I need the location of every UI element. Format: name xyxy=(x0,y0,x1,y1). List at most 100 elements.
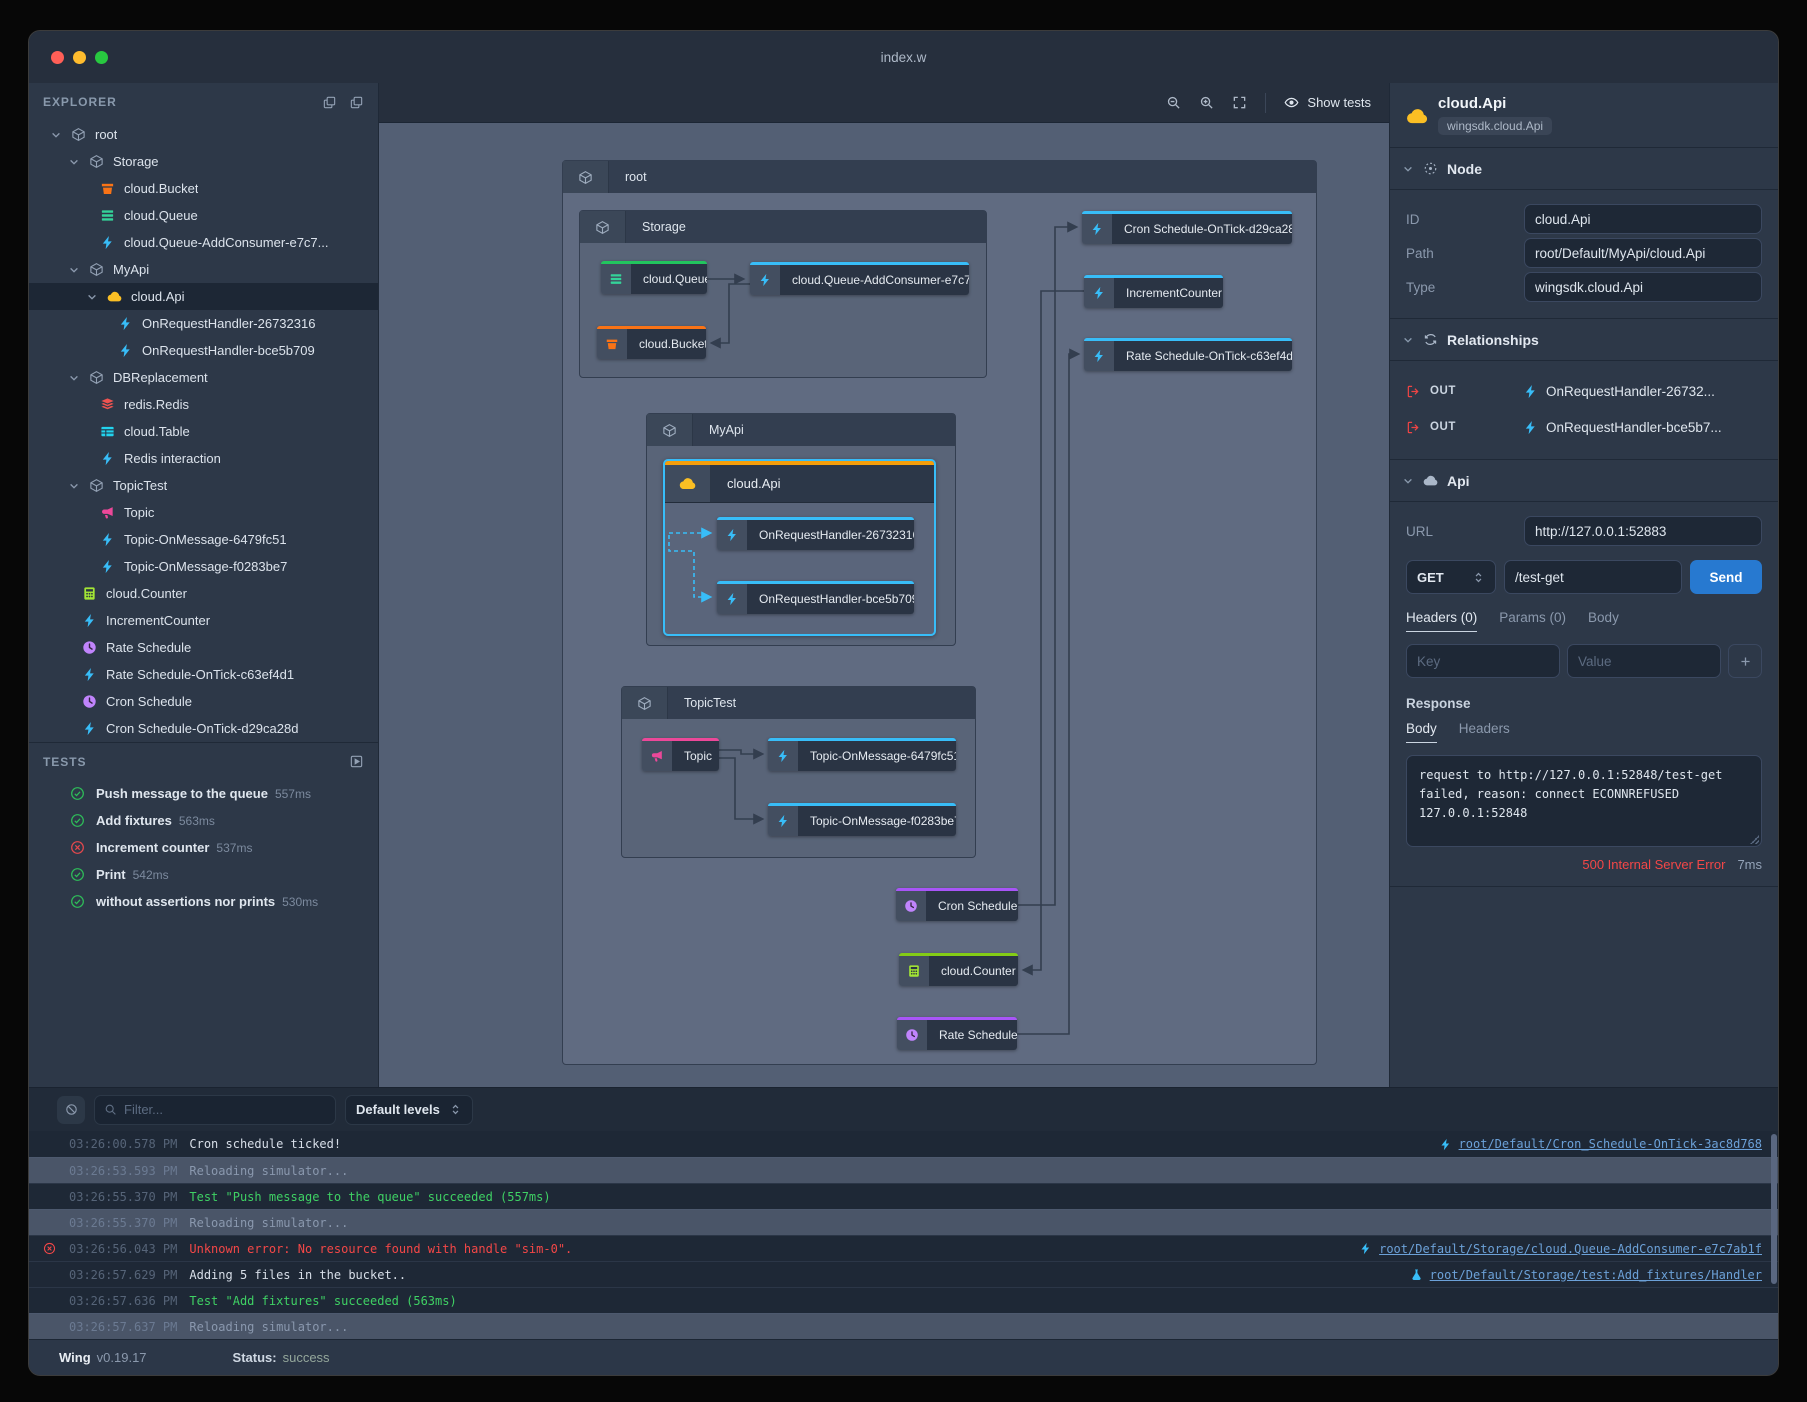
tree-item-topic-onmessage-f0283be7[interactable]: Topic-OnMessage-f0283be7 xyxy=(29,553,378,580)
tree-item-onrequesthandler-bce5b709[interactable]: OnRequestHandler-bce5b709 xyxy=(29,337,378,364)
tree-item-topictest[interactable]: TopicTest xyxy=(29,472,378,499)
log-message: Reloading simulator... xyxy=(189,1164,348,1178)
log-message: Test "Add fixtures" succeeded (563ms) xyxy=(189,1294,456,1308)
api-section-header[interactable]: Api xyxy=(1390,460,1778,502)
zoom-in-icon[interactable] xyxy=(1199,95,1214,110)
tree-item-dbreplacement[interactable]: DBReplacement xyxy=(29,364,378,391)
tab-body[interactable]: Body xyxy=(1588,610,1619,632)
node-section-header[interactable]: Node xyxy=(1390,148,1778,190)
test-item-print[interactable]: Print542ms xyxy=(29,861,378,888)
tab-params-0[interactable]: Params (0) xyxy=(1499,610,1566,632)
chevron-down-icon[interactable] xyxy=(47,129,64,141)
chevron-down-icon[interactable] xyxy=(65,480,82,492)
response-body[interactable]: request to http://127.0.0.1:52848/test-g… xyxy=(1406,755,1762,847)
expand-all-icon[interactable] xyxy=(349,95,364,110)
tree-item-redis-interaction[interactable]: Redis interaction xyxy=(29,445,378,472)
clear-logs-button[interactable] xyxy=(57,1096,85,1124)
test-item-without-assertions-nor-prints[interactable]: without assertions nor prints530ms xyxy=(29,888,378,915)
tree-item-rate-schedule[interactable]: Rate Schedule xyxy=(29,634,378,661)
tab-headers[interactable]: Headers xyxy=(1459,721,1510,743)
resource-map[interactable]: rootStorageMyApiTopicTestcloud.Apicloud.… xyxy=(379,123,1389,1087)
minimize-button[interactable] xyxy=(73,51,86,64)
titlebar: index.w xyxy=(29,31,1778,83)
tree-item-topic-onmessage-6479fc51[interactable]: Topic-OnMessage-6479fc51 xyxy=(29,526,378,553)
tree-item-cron-schedule[interactable]: Cron Schedule xyxy=(29,688,378,715)
resource-type-badge: wingsdk.cloud.Api xyxy=(1438,117,1552,135)
test-item-push-message-to-the-queue[interactable]: Push message to the queue557ms xyxy=(29,780,378,807)
canvas-node-rate-schedule-ontick-c63ef4d1[interactable]: Rate Schedule-OnTick-c63ef4d1 xyxy=(1084,338,1292,371)
tree-item-cloud-queue[interactable]: cloud.Queue xyxy=(29,202,378,229)
response-label: Response xyxy=(1406,696,1762,711)
canvas-node-cloud-bucket[interactable]: cloud.Bucket xyxy=(597,326,706,359)
canvas-node-cron-schedule[interactable]: Cron Schedule xyxy=(896,888,1018,921)
canvas-node-cloud-queue-addconsumer-e7c7ab1f[interactable]: cloud.Queue-AddConsumer-e7c7ab1f xyxy=(750,262,969,295)
relationships-section-header[interactable]: Relationships xyxy=(1390,319,1778,361)
test-item-add-fixtures[interactable]: Add fixtures563ms xyxy=(29,807,378,834)
tree-item-topic[interactable]: Topic xyxy=(29,499,378,526)
send-button[interactable]: Send xyxy=(1690,560,1762,594)
close-button[interactable] xyxy=(51,51,64,64)
zoom-out-icon[interactable] xyxy=(1166,95,1181,110)
tree-item-root[interactable]: root xyxy=(29,121,378,148)
group-label: MyApi xyxy=(693,414,744,446)
chevron-down-icon[interactable] xyxy=(65,264,82,276)
show-tests-toggle[interactable]: Show tests xyxy=(1284,95,1371,110)
canvas-node-rate-schedule[interactable]: Rate Schedule xyxy=(897,1017,1017,1050)
canvas-node-cloud-counter[interactable]: cloud.Counter xyxy=(899,953,1018,986)
log-resource-link[interactable]: root/Default/Cron_Schedule-OnTick-3ac8d7… xyxy=(1459,1137,1762,1151)
header-value-input[interactable] xyxy=(1567,644,1721,678)
field-value[interactable]: wingsdk.cloud.Api xyxy=(1524,272,1762,302)
collapse-all-icon[interactable] xyxy=(322,95,337,110)
canvas-node-onrequesthandler-bce5b709[interactable]: OnRequestHandler-bce5b709 xyxy=(717,581,914,614)
maximize-button[interactable] xyxy=(95,51,108,64)
log-filter-input[interactable] xyxy=(124,1102,326,1117)
log-resource-link[interactable]: root/Default/Storage/test:Add_fixtures/H… xyxy=(1430,1268,1762,1282)
api-interaction-body: URL http://127.0.0.1:52883 GET Send Head… xyxy=(1390,502,1778,887)
relationship-row[interactable]: OUTOnRequestHandler-26732... xyxy=(1406,373,1762,409)
field-value[interactable]: cloud.Api xyxy=(1524,204,1762,234)
tree-item-rate-schedule-ontick-c63ef4d1[interactable]: Rate Schedule-OnTick-c63ef4d1 xyxy=(29,661,378,688)
run-all-tests-icon[interactable] xyxy=(349,754,364,769)
tree-item-cloud-bucket[interactable]: cloud.Bucket xyxy=(29,175,378,202)
node-label: cloud.Bucket xyxy=(627,329,706,359)
test-item-increment-counter[interactable]: Increment counter537ms xyxy=(29,834,378,861)
tree-item-onrequesthandler-26732316[interactable]: OnRequestHandler-26732316 xyxy=(29,310,378,337)
chevron-down-icon[interactable] xyxy=(65,372,82,384)
relationship-row[interactable]: OUTOnRequestHandler-bce5b7... xyxy=(1406,409,1762,445)
tree-item-myapi[interactable]: MyApi xyxy=(29,256,378,283)
tree-item-cloud-counter[interactable]: cloud.Counter xyxy=(29,580,378,607)
tab-body[interactable]: Body xyxy=(1406,721,1437,743)
bolt-icon xyxy=(81,721,98,736)
canvas-node-incrementcounter[interactable]: IncrementCounter xyxy=(1084,275,1223,308)
node-label: cloud.Queue-AddConsumer-e7c7ab1f xyxy=(780,265,969,295)
chevron-down-icon[interactable] xyxy=(65,156,82,168)
method-select[interactable]: GET xyxy=(1406,560,1496,594)
add-header-button[interactable] xyxy=(1728,644,1762,678)
field-value[interactable]: root/Default/MyApi/cloud.Api xyxy=(1524,238,1762,268)
log-message: Test "Push message to the queue" succeed… xyxy=(189,1190,550,1204)
tree-item-cloud-api[interactable]: cloud.Api xyxy=(29,283,378,310)
canvas-node-topic[interactable]: Topic xyxy=(642,738,719,771)
node-label: Topic-OnMessage-6479fc51 xyxy=(798,741,956,771)
tree-item-cron-schedule-ontick-d29ca28d[interactable]: Cron Schedule-OnTick-d29ca28d xyxy=(29,715,378,742)
header-key-input[interactable] xyxy=(1406,644,1560,678)
request-path-input[interactable] xyxy=(1504,560,1682,594)
chevron-down-icon[interactable] xyxy=(83,291,100,303)
tree-item-cloud-queue-addconsumer-e7c7[interactable]: cloud.Queue-AddConsumer-e7c7... xyxy=(29,229,378,256)
tree-item-storage[interactable]: Storage xyxy=(29,148,378,175)
log-resource-link[interactable]: root/Default/Storage/cloud.Queue-AddCons… xyxy=(1379,1242,1762,1256)
canvas-node-topic-onmessage-f0283be7[interactable]: Topic-OnMessage-f0283be7 xyxy=(768,803,956,836)
tree-item-incrementcounter[interactable]: IncrementCounter xyxy=(29,607,378,634)
log-levels-select[interactable]: Default levels xyxy=(345,1095,473,1125)
canvas-node-onrequesthandler-26732316[interactable]: OnRequestHandler-26732316 xyxy=(717,517,914,550)
tree-item-cloud-table[interactable]: cloud.Table xyxy=(29,418,378,445)
api-url-value[interactable]: http://127.0.0.1:52883 xyxy=(1524,516,1762,546)
fit-screen-icon[interactable] xyxy=(1232,95,1247,110)
tree-item-redis-redis[interactable]: redis.Redis xyxy=(29,391,378,418)
url-label: URL xyxy=(1406,524,1524,539)
canvas-node-cloud-queue[interactable]: cloud.Queue xyxy=(601,261,707,294)
canvas-node-cron-schedule-ontick-d29ca28d[interactable]: Cron Schedule-OnTick-d29ca28d xyxy=(1082,211,1292,244)
log-scrollbar[interactable] xyxy=(1771,1134,1777,1284)
canvas-node-topic-onmessage-6479fc51[interactable]: Topic-OnMessage-6479fc51 xyxy=(768,738,956,771)
tab-headers-0[interactable]: Headers (0) xyxy=(1406,610,1477,632)
